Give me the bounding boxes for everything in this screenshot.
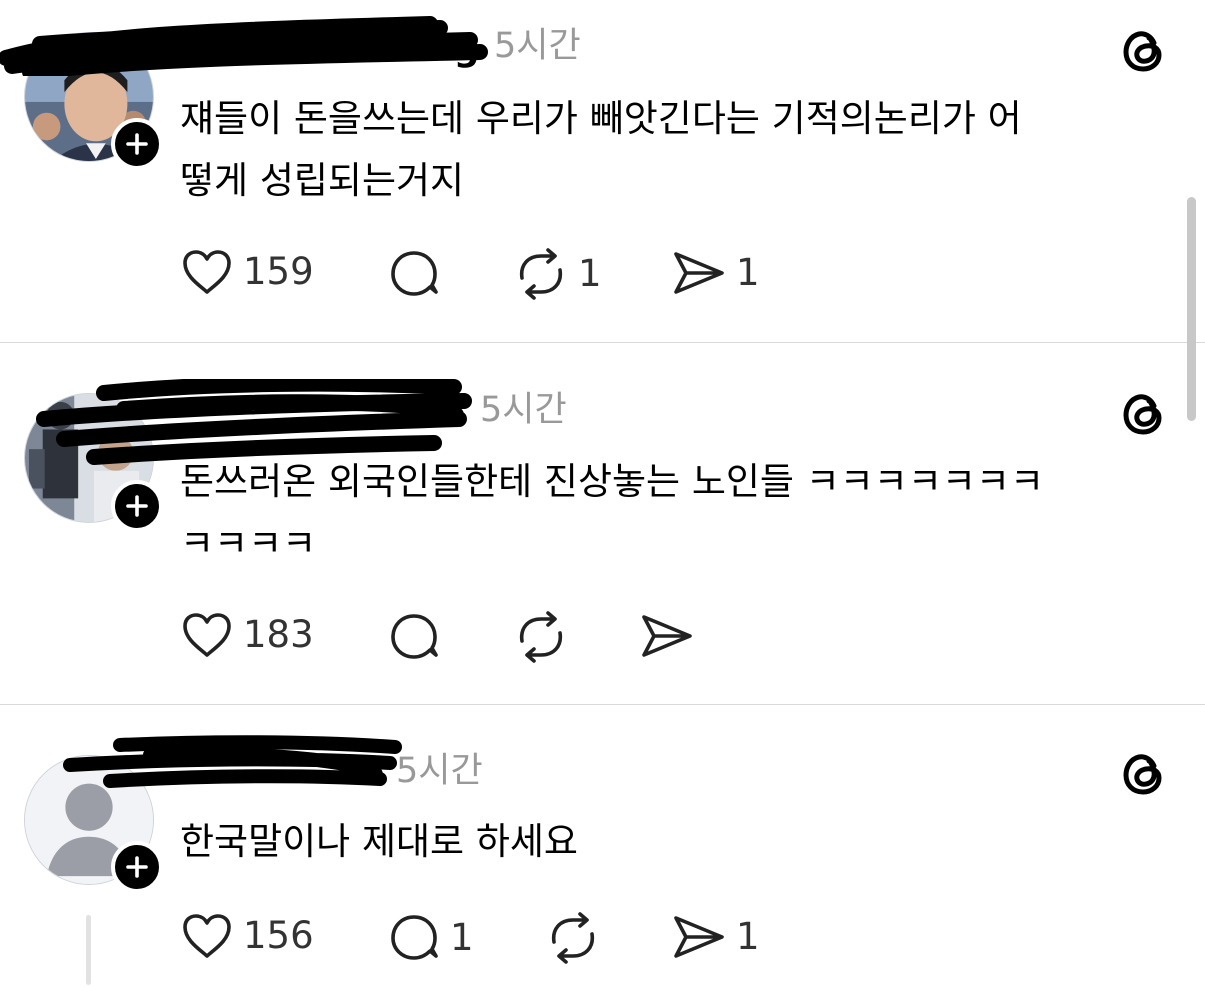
repost-arrows-icon — [519, 611, 563, 663]
share-button[interactable]: 1 — [672, 912, 760, 962]
username-area[interactable]: 15 — [180, 386, 467, 442]
speech-bubble-icon — [391, 614, 438, 659]
follow-button[interactable] — [111, 480, 163, 532]
repost-arrows-icon — [519, 248, 563, 300]
threads-logo-icon[interactable] — [1118, 24, 1170, 76]
repost-button[interactable] — [546, 912, 610, 964]
repost-count: 1 — [578, 252, 602, 295]
threads-logo-icon[interactable] — [1118, 387, 1170, 439]
username-area[interactable]: o — [180, 747, 385, 803]
plus-icon — [126, 495, 148, 517]
like-button[interactable]: 183 — [181, 611, 314, 659]
follow-button[interactable] — [111, 841, 163, 893]
threads-logo-icon[interactable] — [1118, 747, 1170, 799]
like-count: 159 — [243, 250, 314, 293]
like-count: 183 — [243, 613, 314, 656]
share-button[interactable]: 1 — [672, 248, 760, 298]
plus-icon — [126, 133, 148, 155]
timestamp: 5시간 — [494, 26, 581, 66]
reply-button[interactable] — [388, 248, 450, 300]
plus-icon — [126, 856, 148, 878]
paper-plane-icon — [674, 916, 724, 958]
thread-post[interactable]: 15 5시간 돈쓰러온 외국인들한테 진상놓는 노인들 ㅋㅋㅋㅋㅋㅋㅋ ㅋㅋㅋㅋ… — [0, 343, 1205, 704]
username[interactable]: o — [360, 750, 385, 798]
share-count: 1 — [736, 251, 760, 294]
like-button[interactable]: 159 — [181, 248, 314, 296]
scrollbar[interactable] — [1187, 197, 1196, 421]
speech-bubble-icon — [391, 915, 438, 960]
thread-post[interactable]: ng 5시간 쟤들이 돈을쓰는데 우리가 빼앗긴다는 기적의논리가 어 떻게 성… — [0, 0, 1205, 342]
paper-plane-icon — [674, 252, 724, 294]
repost-button[interactable]: 1 — [514, 248, 602, 300]
thread-post[interactable]: o 5시간 한국말이나 제대로 하세요 156 1 1 — [0, 705, 1205, 987]
thread-connector-line — [86, 915, 91, 985]
reply-button[interactable]: 1 — [388, 912, 474, 964]
reply-count: 1 — [450, 916, 474, 959]
like-button[interactable]: 156 — [181, 912, 314, 960]
post-text: 돈쓰러온 외국인들한테 진상놓는 노인들 ㅋㅋㅋㅋㅋㅋㅋ ㅋㅋㅋㅋ — [180, 460, 1045, 565]
heart-icon — [183, 250, 231, 294]
follow-button[interactable] — [111, 118, 163, 170]
post-text: 한국말이나 제대로 하세요 — [180, 820, 578, 863]
timestamp: 5시간 — [480, 390, 567, 430]
heart-icon — [183, 613, 231, 657]
repost-button[interactable] — [514, 611, 578, 663]
timestamp: 5시간 — [396, 751, 483, 791]
paper-plane-icon — [642, 615, 692, 657]
like-count: 156 — [243, 914, 314, 957]
post-text: 쟤들이 돈을쓰는데 우리가 빼앗긴다는 기적의논리가 어 떻게 성립되는거지 — [180, 97, 1022, 202]
share-count: 1 — [736, 915, 760, 958]
username-area[interactable]: ng — [180, 22, 480, 78]
speech-bubble-icon — [391, 251, 438, 296]
heart-icon — [183, 914, 231, 958]
share-button[interactable] — [640, 611, 704, 661]
username[interactable]: 15 — [416, 389, 467, 437]
username[interactable]: ng — [428, 25, 480, 73]
reply-button[interactable] — [388, 611, 450, 663]
repost-arrows-icon — [551, 912, 595, 964]
